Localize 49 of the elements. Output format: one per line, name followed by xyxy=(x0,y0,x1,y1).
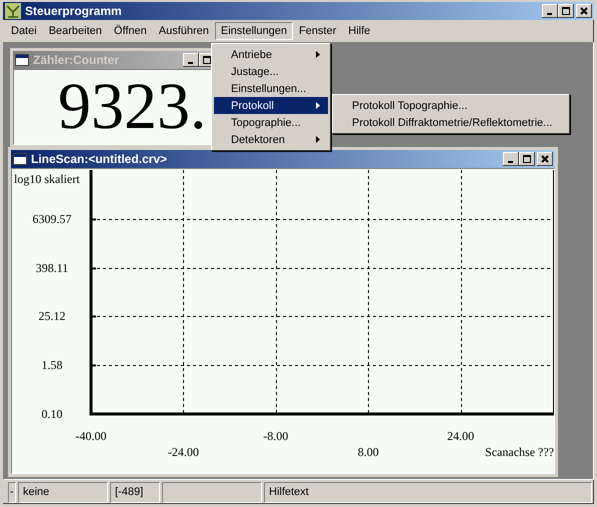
menu-item[interactable]: Protokoll Topographie... xyxy=(335,97,567,114)
axis-title: Scanachse ??? xyxy=(485,445,554,459)
close-icon xyxy=(580,7,588,15)
menu-item[interactable]: Topographie... xyxy=(214,114,328,131)
window-title: Zähler:Counter xyxy=(33,53,120,67)
window-title: Steuerprogramm xyxy=(25,4,123,18)
status-panel: Hilfetext xyxy=(264,482,592,503)
axis-tick-label: 398.11 xyxy=(36,261,68,275)
close-button[interactable] xyxy=(576,4,592,18)
status-panel: [-489] xyxy=(110,482,160,503)
minimize-button[interactable] xyxy=(503,152,519,166)
status-panel: keine xyxy=(18,482,108,503)
menu-item[interactable]: Hilfe xyxy=(342,22,376,40)
menu-item[interactable]: Justage... xyxy=(214,63,328,80)
window-icon xyxy=(13,153,27,165)
maximize-button[interactable] xyxy=(519,152,535,166)
menu-item[interactable]: Einstellungen... xyxy=(214,80,328,97)
minimize-button[interactable] xyxy=(542,4,558,18)
axis-tick-label: 24.00 xyxy=(447,429,474,443)
axis-tick-label: 0.10 xyxy=(42,407,62,421)
axis-title: log10 skaliert xyxy=(14,172,80,186)
window-title: LineScan:<untitled.crv> xyxy=(31,152,168,166)
menu-item[interactable]: Antriebe xyxy=(214,46,328,63)
axis-tick-label: -24.00 xyxy=(168,445,199,459)
axis-tick-label: -40.00 xyxy=(76,429,106,443)
menu-item[interactable]: Öffnen xyxy=(108,22,153,40)
menu-item[interactable]: Ausführen xyxy=(152,22,215,40)
window-icon xyxy=(15,54,29,66)
menu-item[interactable]: Bearbeiten xyxy=(42,22,108,40)
axis-tick-label: 6309.57 xyxy=(32,212,72,226)
menu-item[interactable]: Einstellungen xyxy=(214,22,293,40)
maximize-icon xyxy=(562,7,570,15)
axis-tick-label: 25.12 xyxy=(38,309,66,323)
axis-tick-label: -8.00 xyxy=(263,429,288,443)
menu-item[interactable]: Datei xyxy=(5,22,43,40)
close-button[interactable] xyxy=(537,152,553,166)
menu-item[interactable]: Fenster xyxy=(292,22,342,40)
menu-item[interactable]: Protokoll xyxy=(214,97,328,114)
maximize-button[interactable] xyxy=(558,4,574,18)
menu-item[interactable]: Detektoren xyxy=(214,131,328,148)
axis-tick-label: 8.00 xyxy=(358,445,379,459)
app-icon xyxy=(5,3,21,19)
axis-tick-label: 1.58 xyxy=(42,358,62,372)
maximize-icon xyxy=(203,56,211,64)
menu-item[interactable]: Protokoll Diffraktometrie/Reflektometrie... xyxy=(335,114,567,131)
status-panel: - xyxy=(8,482,16,503)
close-icon xyxy=(541,155,549,163)
minimize-button[interactable] xyxy=(183,53,199,67)
maximize-icon xyxy=(523,155,531,163)
